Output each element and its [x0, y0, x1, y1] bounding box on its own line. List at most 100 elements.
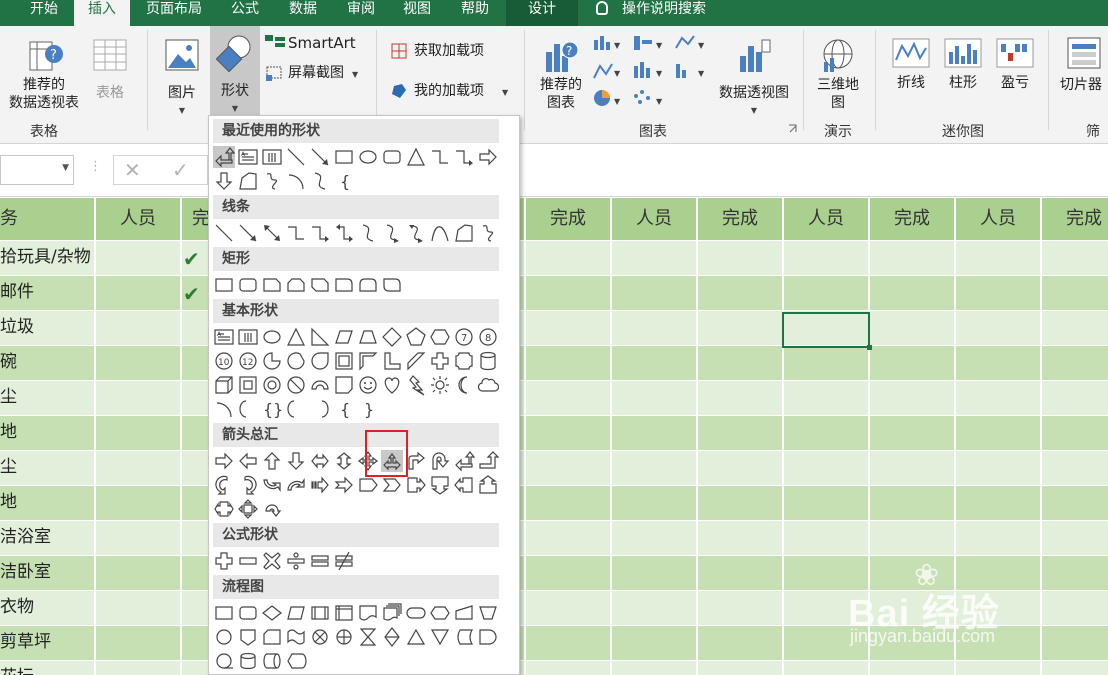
- shape-textbox-icon[interactable]: A: [237, 146, 259, 168]
- shape-right-icon[interactable]: [213, 450, 235, 472]
- tab-home[interactable]: 开始: [14, 0, 74, 26]
- table-cell[interactable]: [698, 275, 784, 310]
- table-cell[interactable]: [526, 310, 612, 345]
- table-cell[interactable]: [956, 485, 1042, 520]
- shape-ucallout-icon[interactable]: [477, 474, 499, 496]
- shape-sort-icon[interactable]: [381, 626, 403, 648]
- table-cell[interactable]: [612, 345, 698, 380]
- tab-insert[interactable]: 插入: [74, 0, 130, 26]
- shape-dodec-icon[interactable]: 12: [237, 350, 259, 372]
- shape-predef-icon[interactable]: [309, 602, 331, 624]
- table-cell[interactable]: [526, 450, 612, 485]
- shape-plus-icon[interactable]: [213, 550, 235, 572]
- table-cell[interactable]: [526, 625, 612, 660]
- table-cell[interactable]: [1042, 310, 1108, 345]
- shape-round1-icon[interactable]: [333, 274, 355, 296]
- table-cell[interactable]: [612, 275, 698, 310]
- shape-tear-icon[interactable]: [309, 350, 331, 372]
- shape-quadcall-icon[interactable]: [237, 498, 259, 520]
- shape-lrcall-icon[interactable]: [213, 498, 235, 520]
- table-cell[interactable]: [956, 310, 1042, 345]
- table-cell[interactable]: [784, 240, 870, 275]
- shape-equal-icon[interactable]: [309, 550, 331, 572]
- smartart-button[interactable]: SmartArt: [264, 32, 374, 54]
- table-cell[interactable]: [784, 345, 870, 380]
- shape-manop-icon[interactable]: [477, 602, 499, 624]
- shape-tri-icon[interactable]: [405, 146, 427, 168]
- shape-sumj-icon[interactable]: [309, 626, 331, 648]
- shape-ellipse-icon[interactable]: [261, 326, 283, 348]
- shape-seqacc-icon[interactable]: [213, 650, 235, 672]
- shapes-button[interactable]: 形状 ▼: [210, 26, 260, 116]
- shape-altproc-icon[interactable]: [237, 602, 259, 624]
- table-cell[interactable]: [526, 660, 612, 675]
- shape-cube-icon[interactable]: [213, 374, 235, 396]
- shape-prep-icon[interactable]: [429, 602, 451, 624]
- shape-dbl-icon[interactable]: [261, 222, 283, 244]
- shape-stored-icon[interactable]: [453, 626, 475, 648]
- shape-textbox-icon[interactable]: A: [213, 326, 235, 348]
- shape-can-icon[interactable]: [477, 350, 499, 372]
- tab-design[interactable]: 设计: [506, 0, 578, 26]
- shape-vtextbox-icon[interactable]: [261, 146, 283, 168]
- shape-elbow-icon[interactable]: [429, 146, 451, 168]
- shape-neq-icon[interactable]: [333, 550, 355, 572]
- shape-curved-icon[interactable]: [405, 222, 427, 244]
- shape-bent-icon[interactable]: [405, 450, 427, 472]
- shape-card-icon[interactable]: [261, 626, 283, 648]
- sparkline-column-button[interactable]: 柱形: [940, 36, 986, 106]
- shape-lbracket-icon[interactable]: [285, 398, 307, 420]
- table-cell[interactable]: [612, 520, 698, 555]
- table-cell[interactable]: [784, 275, 870, 310]
- table-cell[interactable]: [526, 380, 612, 415]
- shape-magdisk-icon[interactable]: [237, 650, 259, 672]
- shape-lbracket-icon[interactable]: [237, 398, 259, 420]
- name-box[interactable]: ▼: [0, 155, 74, 185]
- shape-rtri-icon[interactable]: [309, 326, 331, 348]
- table-cell[interactable]: [784, 520, 870, 555]
- table-cell[interactable]: [1042, 450, 1108, 485]
- shape-octn-icon[interactable]: 8: [477, 326, 499, 348]
- shape-pairbrace-icon[interactable]: {}: [261, 398, 283, 420]
- table-cell[interactable]: [96, 590, 182, 625]
- pivotchart-button[interactable]: 数据透视图 ▼: [712, 36, 796, 120]
- shape-data-icon[interactable]: [285, 602, 307, 624]
- shape-rcallout-icon[interactable]: [405, 474, 427, 496]
- table-cell[interactable]: [526, 520, 612, 555]
- tab-data[interactable]: 数据: [276, 0, 330, 26]
- table-cell[interactable]: [612, 485, 698, 520]
- table-button[interactable]: 表格: [88, 36, 132, 116]
- shape-dec10-icon[interactable]: 10: [213, 350, 235, 372]
- shape-curve-icon[interactable]: [309, 170, 331, 192]
- slicer-button[interactable]: 切片器: [1058, 36, 1108, 106]
- table-cell[interactable]: [870, 310, 956, 345]
- table-cell[interactable]: [1042, 520, 1108, 555]
- chart-type-icons[interactable]: ▼ ▼ ▼ ▼ ▼ ▼ ▼ ▼: [592, 34, 712, 112]
- table-cell[interactable]: [96, 555, 182, 590]
- shape-rbrace-icon[interactable]: }: [357, 398, 379, 420]
- shape-circarrow-icon[interactable]: [261, 498, 283, 520]
- shape-up-icon[interactable]: [261, 450, 283, 472]
- shape-rrect-icon[interactable]: [381, 146, 403, 168]
- shape-arcq-icon[interactable]: [285, 170, 307, 192]
- shape-rect-icon[interactable]: [333, 146, 355, 168]
- formula-bar-grip[interactable]: ⋮: [89, 159, 102, 174]
- shape-down-icon[interactable]: [213, 170, 235, 192]
- shape-decision-icon[interactable]: [261, 602, 283, 624]
- shape-blockarc-icon[interactable]: [309, 374, 331, 396]
- shape-bevel-icon[interactable]: [237, 374, 259, 396]
- shape-lshape-icon[interactable]: [381, 350, 403, 372]
- table-cell[interactable]: [870, 380, 956, 415]
- shape-manual-icon[interactable]: [453, 602, 475, 624]
- table-cell[interactable]: [870, 415, 956, 450]
- shape-stripe-icon[interactable]: [309, 474, 331, 496]
- shape-moon-icon[interactable]: [453, 374, 475, 396]
- enter-icon[interactable]: ✓: [172, 158, 189, 182]
- shape-document-icon[interactable]: [357, 602, 379, 624]
- table-cell[interactable]: [1042, 485, 1108, 520]
- table-cell[interactable]: [784, 450, 870, 485]
- table-cell[interactable]: [698, 625, 784, 660]
- table-cell[interactable]: [96, 240, 182, 275]
- shape-round3-icon[interactable]: [381, 274, 403, 296]
- tab-page-layout[interactable]: 页面布局: [136, 0, 212, 26]
